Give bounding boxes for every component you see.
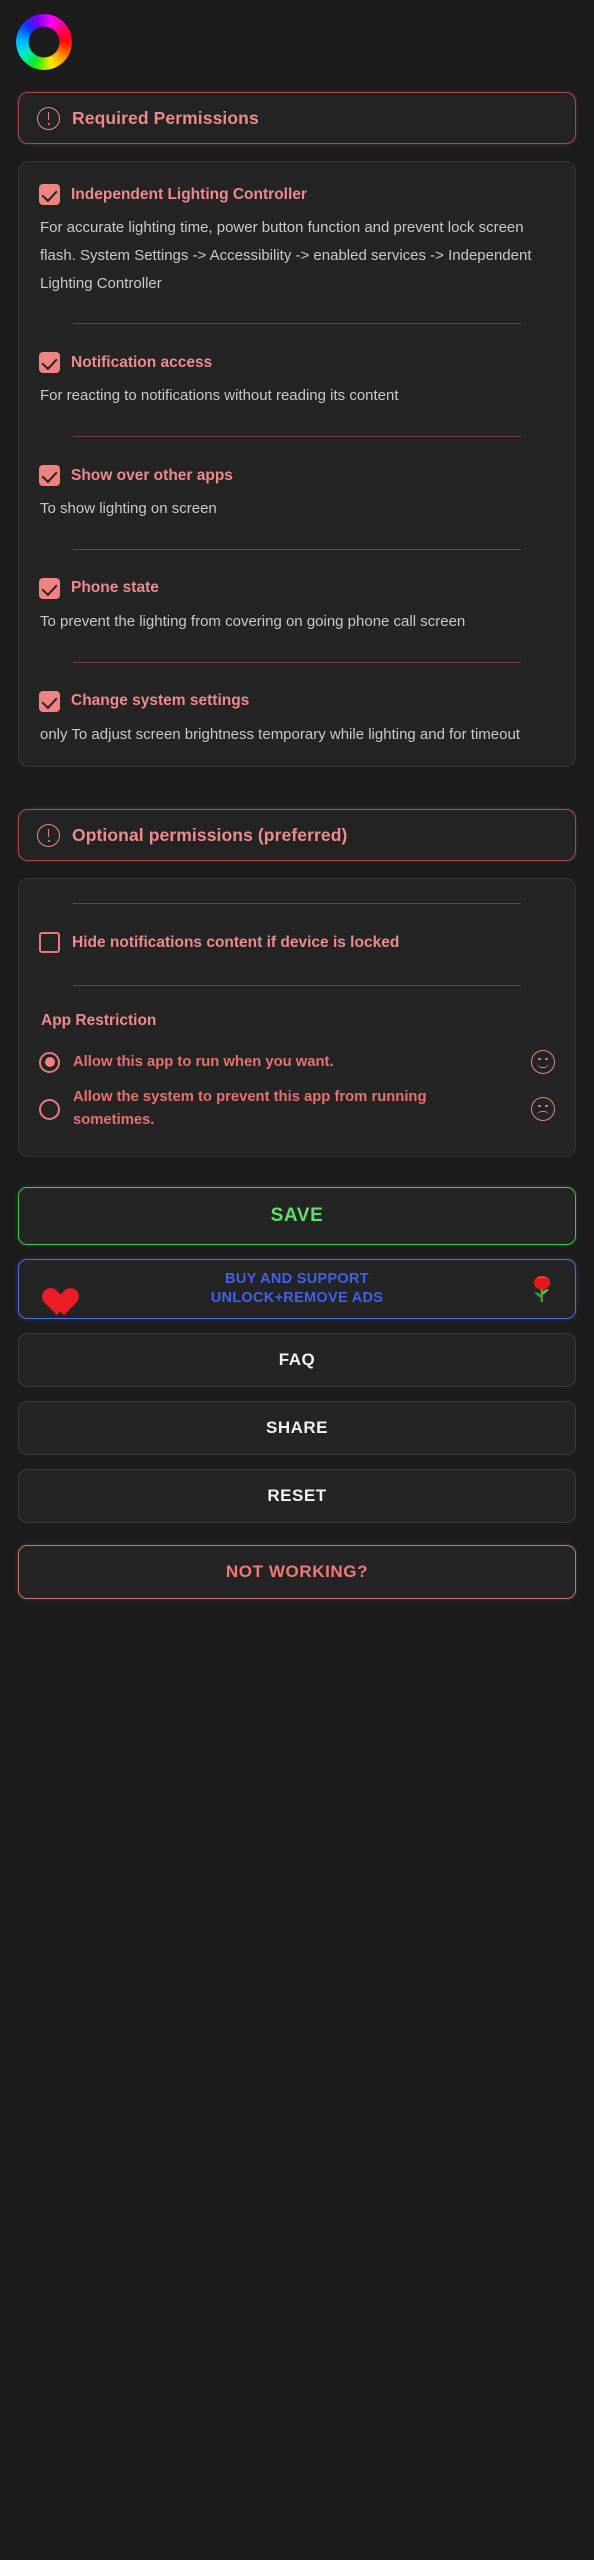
hide-notifications-checkbox[interactable] <box>39 932 60 954</box>
optional-permissions-header: Optional permissions (preferred) <box>18 809 576 862</box>
save-button[interactable]: SAVE <box>18 1187 576 1246</box>
permission-header[interactable]: Independent Lighting Controller <box>39 184 555 205</box>
hide-notifications-label: Hide notifications content if device is … <box>72 933 400 951</box>
app-restriction-title: App Restriction <box>41 1012 157 1030</box>
permission-item-show-over-other-apps[interactable]: Show over other apps To show lighting on… <box>39 461 555 523</box>
permission-checkbox-phone-state[interactable] <box>39 577 60 599</box>
radio-option-allow-run-anytime[interactable]: Allow this app to run when you want. <box>39 1044 555 1080</box>
exclamation-circle-icon <box>37 823 60 847</box>
required-permissions-card: Independent Lighting Controller For accu… <box>18 161 576 768</box>
divider <box>73 903 521 905</box>
buy-label-line1: BUY AND SUPPORT <box>225 1270 369 1287</box>
permission-header[interactable]: Notification access <box>39 352 555 374</box>
app-logo-container <box>0 0 594 92</box>
divider <box>73 436 521 437</box>
permission-header[interactable]: Phone state <box>39 577 555 599</box>
permission-item-change-system-settings[interactable]: Change system settings only To adjust sc… <box>39 687 555 749</box>
reset-button[interactable]: RESET <box>18 1469 576 1524</box>
permission-header[interactable]: Change system settings <box>39 690 555 712</box>
permission-label: Change system settings <box>71 692 250 709</box>
permission-description: To prevent the lighting from covering on… <box>40 612 466 630</box>
permission-description: For reacting to notifications without re… <box>40 387 399 405</box>
rainbow-ring-logo-icon <box>16 14 72 70</box>
radio-label: Allow the system to prevent this app fro… <box>73 1089 427 1129</box>
permission-item-independent-lighting-controller[interactable]: Independent Lighting Controller For accu… <box>39 180 555 297</box>
permission-label: Show over other apps <box>71 466 233 484</box>
permission-checkbox-notification-access[interactable] <box>39 352 60 374</box>
radio-allow-system-prevent[interactable] <box>39 1098 60 1120</box>
required-permissions-header: Required Permissions <box>18 92 576 144</box>
red-heart-icon <box>35 1274 69 1304</box>
share-button[interactable]: SHARE <box>18 1401 576 1456</box>
divider <box>73 661 521 663</box>
divider <box>73 985 521 987</box>
buy-and-support-button[interactable]: BUY AND SUPPORT UNLOCK+REMOVE ADS <box>18 1259 576 1320</box>
permission-header[interactable]: Show over other apps <box>39 465 555 486</box>
not-working-button[interactable]: NOT WORKING? <box>18 1545 576 1600</box>
permission-description: For accurate lighting time, power button… <box>40 219 532 292</box>
optional-permissions-title: Optional permissions (preferred) <box>72 824 348 845</box>
option-hide-notifications-content[interactable]: Hide notifications content if device is … <box>39 928 555 959</box>
permission-item-notification-access[interactable]: Notification access For reacting to noti… <box>39 348 555 410</box>
permission-label: Independent Lighting Controller <box>71 185 307 203</box>
permission-checkbox-independent-lighting-controller[interactable] <box>39 184 60 205</box>
divider <box>73 323 521 325</box>
app-screen: Required Permissions Independent Lightin… <box>0 0 594 2560</box>
permission-label: Notification access <box>71 353 213 371</box>
required-permissions-title: Required Permissions <box>72 107 259 128</box>
buy-label-line2: UNLOCK+REMOVE ADS <box>210 1290 384 1307</box>
radio-label: Allow this app to run when you want. <box>73 1053 334 1070</box>
optional-permissions-card: Hide notifications content if device is … <box>18 878 576 1158</box>
smiling-face-icon <box>531 1050 555 1075</box>
permission-checkbox-show-over-other-apps[interactable] <box>39 465 60 486</box>
permission-checkbox-change-system-settings[interactable] <box>39 690 60 712</box>
faq-button[interactable]: FAQ <box>18 1333 576 1388</box>
exclamation-circle-icon <box>37 106 60 130</box>
rose-icon <box>525 1272 559 1306</box>
permission-label: Phone state <box>71 579 159 597</box>
divider <box>73 548 521 550</box>
permission-item-phone-state[interactable]: Phone state To prevent the lighting from… <box>39 574 555 636</box>
radio-option-allow-system-prevent[interactable]: Allow the system to prevent this app fro… <box>39 1080 555 1138</box>
button-group: SAVE BUY AND SUPPORT UNLOCK+REMOVE ADS F… <box>0 1187 594 1600</box>
permission-description: only To adjust screen brightness tempora… <box>40 725 520 743</box>
permission-description: To show lighting on screen <box>40 500 217 517</box>
frowning-face-icon <box>531 1097 555 1122</box>
buy-button-label: BUY AND SUPPORT UNLOCK+REMOVE ADS <box>69 1270 525 1309</box>
radio-allow-run-anytime[interactable] <box>39 1051 60 1073</box>
